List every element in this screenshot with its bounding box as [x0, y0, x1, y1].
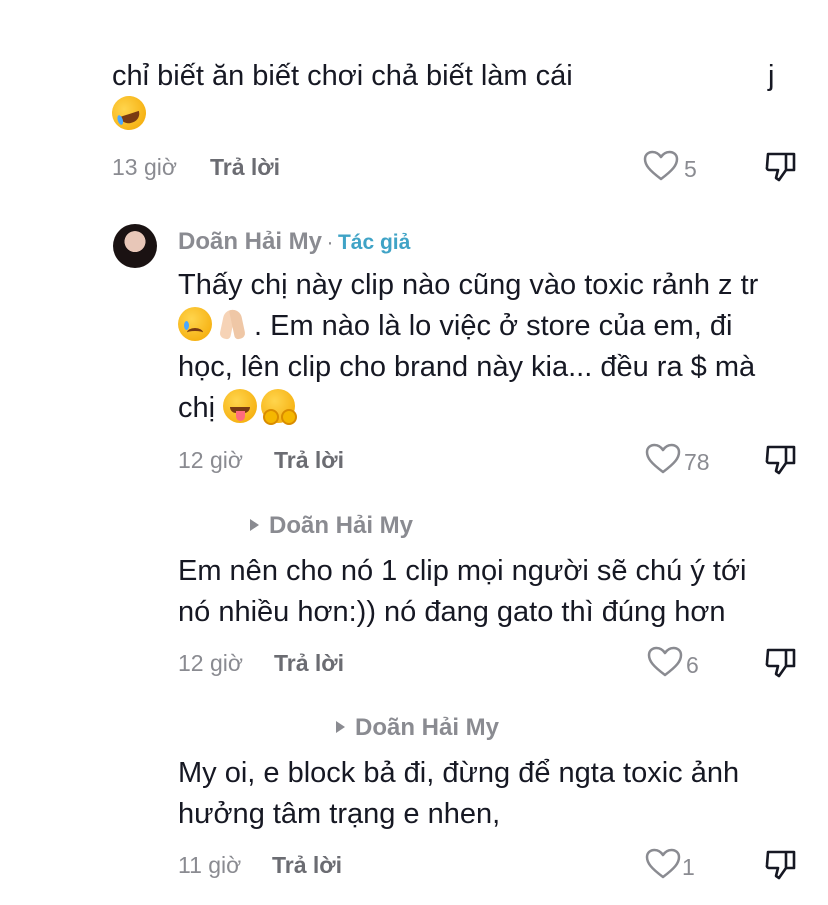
comment-text-line: My oi, e block bả đi, đừng để ngta toxic… [178, 757, 740, 789]
heart-outline-icon[interactable] [645, 848, 681, 880]
comment-text: chị [178, 392, 216, 424]
separator: · [326, 231, 334, 254]
reply-button[interactable]: Trả lời [272, 852, 342, 879]
like-count: 78 [684, 449, 710, 475]
like-count: 6 [686, 652, 699, 678]
thumbs-down-icon[interactable] [764, 646, 798, 680]
comment-text-line-2: hưởng tâm trạng e nhen, [178, 798, 501, 830]
triangle-right-icon [250, 519, 259, 531]
reply-to-label[interactable]: Doãn Hải My [250, 512, 413, 540]
like-count: 5 [684, 156, 697, 182]
comment-time: 13 giờ [112, 154, 177, 180]
comment-text: . Em nào là lo việc ở store của em, đi [254, 310, 733, 342]
reply-to-label[interactable]: Doãn Hải My [336, 714, 499, 742]
avatar[interactable] [113, 224, 157, 268]
hugging-face-emoji [261, 389, 298, 425]
comment-text-tail: j [768, 60, 775, 92]
comment-text-line: Em nên cho nó 1 clip mọi người sẽ chú ý … [178, 555, 747, 587]
comment-text-line-2: . Em nào là lo việc ở store của em, đi [178, 306, 732, 347]
comment-time: 12 giờ [178, 447, 243, 473]
comment-time: 12 giờ [178, 650, 243, 676]
reply-to-username: Doãn Hải My [269, 512, 414, 539]
comment-text-line-4: chị [178, 388, 299, 429]
heart-outline-icon[interactable] [645, 443, 681, 475]
heart-outline-icon[interactable] [647, 646, 683, 678]
comment-text-line: chỉ biết ăn biết chơi chả biết làm cái [112, 60, 573, 92]
thumbs-down-icon[interactable] [764, 848, 798, 882]
thumbs-down-icon[interactable] [764, 443, 798, 477]
author-badge: Tác giả [337, 231, 411, 254]
comment-text-line-3: học, lên clip cho brand này kia... đều r… [178, 351, 756, 383]
like-count: 1 [682, 854, 695, 880]
reply-button[interactable]: Trả lời [274, 650, 344, 677]
triangle-right-icon [336, 721, 345, 733]
reply-to-username: Doãn Hải My [355, 714, 500, 741]
folded-hands-emoji [216, 307, 250, 341]
tongue-face-emoji [223, 389, 258, 423]
thumbs-down-icon[interactable] [764, 150, 798, 184]
rolling-laughing-emoji [107, 91, 151, 135]
heart-outline-icon[interactable] [643, 150, 679, 182]
reply-button[interactable]: Trả lời [274, 447, 344, 474]
comment-text-line-2: nó nhiều hơn:)) nó đang gato thì đúng hơ… [178, 596, 726, 628]
comment-time: 11 giờ [178, 852, 242, 878]
crying-face-emoji [178, 307, 212, 341]
username[interactable]: Doãn Hải My [178, 228, 322, 255]
reply-button[interactable]: Trả lời [210, 154, 280, 181]
comment-header: Doãn Hải My · Tác giả [178, 228, 410, 256]
comment-text-line: Thấy chị này clip nào cũng vào toxic rản… [178, 269, 759, 301]
